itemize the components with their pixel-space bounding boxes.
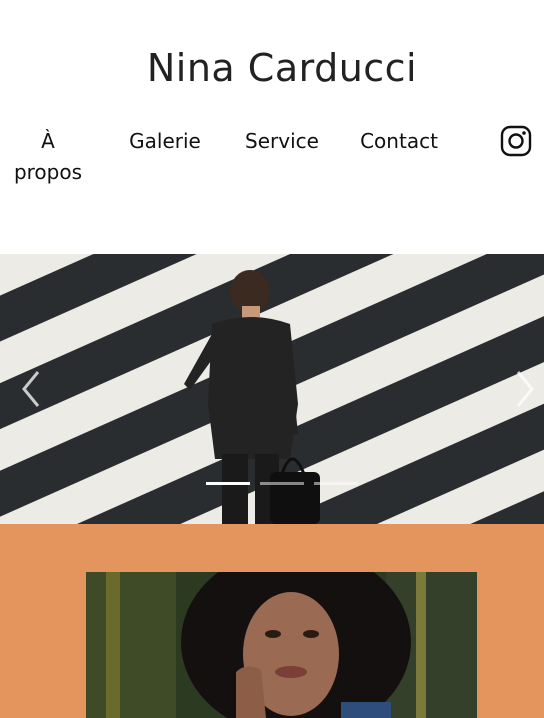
hero-carousel xyxy=(0,254,544,524)
instagram-icon[interactable] xyxy=(500,125,532,157)
chevron-left-icon xyxy=(22,371,40,407)
nav-item-apropos[interactable]: À propos xyxy=(8,126,88,188)
nav-item-galerie[interactable]: Galerie xyxy=(122,126,208,157)
carousel-prev-button[interactable] xyxy=(16,366,46,412)
carousel-next-button[interactable] xyxy=(510,366,540,412)
chevron-right-icon xyxy=(516,371,534,407)
site-title: Nina Carducci xyxy=(146,46,418,90)
portrait-image xyxy=(86,572,477,718)
main-nav: À propos Galerie Service Contact xyxy=(0,126,544,196)
carousel-indicators xyxy=(206,482,358,488)
carousel-indicator[interactable] xyxy=(260,482,304,485)
carousel-indicator[interactable] xyxy=(314,482,358,485)
nav-item-contact[interactable]: Contact xyxy=(352,126,446,157)
about-section xyxy=(0,524,544,718)
carousel-indicator[interactable] xyxy=(206,482,250,485)
site-header: Nina Carducci À propos Galerie Service C… xyxy=(0,0,544,254)
nav-item-service[interactable]: Service xyxy=(238,126,326,157)
